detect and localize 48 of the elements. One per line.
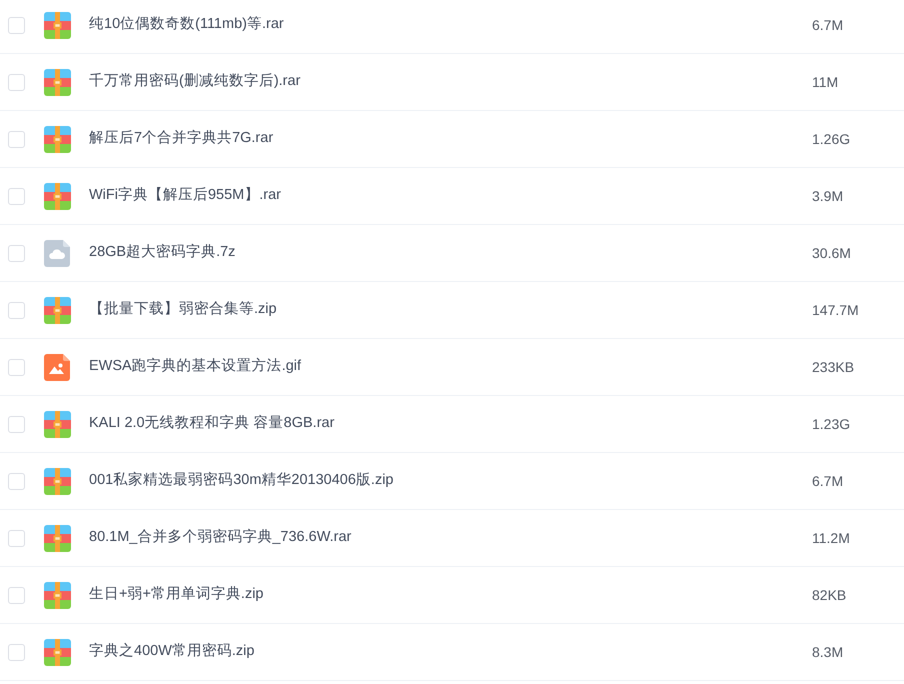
- file-name-link[interactable]: 【批量下载】弱密合集等.zip: [89, 299, 812, 321]
- file-name-link[interactable]: WiFi字典【解压后955M】.rar: [89, 185, 812, 207]
- file-name-link[interactable]: 纯10位偶数奇数(111mb)等.rar: [89, 14, 812, 36]
- file-name-link[interactable]: 001私家精选最弱密码30m精华20130406版.zip: [89, 470, 812, 492]
- archive-file-icon: [44, 182, 71, 210]
- archive-file-icon: [44, 296, 71, 324]
- file-size: 1.26G: [812, 130, 852, 148]
- archive-file-icon: [44, 12, 71, 38]
- cloud-file-icon: [44, 240, 71, 266]
- file-name-link[interactable]: EWSA跑字典的基本设置方法.gif: [89, 356, 812, 378]
- file-size: 147.7M: [812, 300, 860, 320]
- file-size: 6.7M: [812, 16, 844, 34]
- checkbox[interactable]: [8, 530, 25, 546]
- file-size: 30.6M: [812, 244, 852, 262]
- checkbox[interactable]: [8, 130, 25, 148]
- checkbox[interactable]: [8, 74, 25, 90]
- archive-file-icon: [44, 582, 71, 608]
- file-name-link[interactable]: 字典之400W常用密码.zip: [89, 641, 812, 663]
- file-size: 11.2M: [812, 528, 851, 548]
- archive-file-icon: [44, 524, 71, 552]
- checkbox[interactable]: [8, 358, 25, 376]
- file-name-link[interactable]: KALI 2.0无线教程和字典 容量8GB.rar: [89, 413, 812, 435]
- archive-file-icon: [44, 638, 71, 666]
- checkbox[interactable]: [8, 416, 25, 432]
- file-name-link[interactable]: 解压后7个合并字典共7G.rar: [89, 128, 812, 150]
- file-name-link[interactable]: 80.1M_合并多个弱密码字典_736.6W.rar: [89, 527, 812, 549]
- file-size: 3.9M: [812, 186, 844, 206]
- checkbox[interactable]: [8, 188, 25, 204]
- file-size: 6.7M: [812, 472, 844, 490]
- file-name-link[interactable]: 生日+弱+常用单词字典.zip: [89, 584, 812, 606]
- file-size: 8.3M: [812, 642, 844, 662]
- checkbox[interactable]: [8, 472, 25, 490]
- archive-file-icon: [44, 468, 71, 494]
- file-size: 233KB: [812, 358, 856, 376]
- checkbox[interactable]: [8, 244, 25, 262]
- archive-file-icon: [44, 68, 71, 96]
- file-size: 82KB: [812, 586, 848, 604]
- checkbox[interactable]: [8, 586, 25, 604]
- file-size: 1.23G: [812, 414, 852, 434]
- archive-file-icon: [44, 126, 71, 152]
- checkbox[interactable]: [8, 644, 25, 660]
- file-name-link[interactable]: 千万常用密码(删减纯数字后).rar: [89, 71, 812, 93]
- image-file-icon: [44, 354, 71, 380]
- archive-file-icon: [44, 410, 71, 438]
- file-name-link[interactable]: 28GB超大密码字典.7z: [89, 242, 812, 264]
- checkbox[interactable]: [8, 302, 25, 318]
- checkbox[interactable]: [8, 16, 25, 34]
- file-size: 11M: [812, 72, 840, 92]
